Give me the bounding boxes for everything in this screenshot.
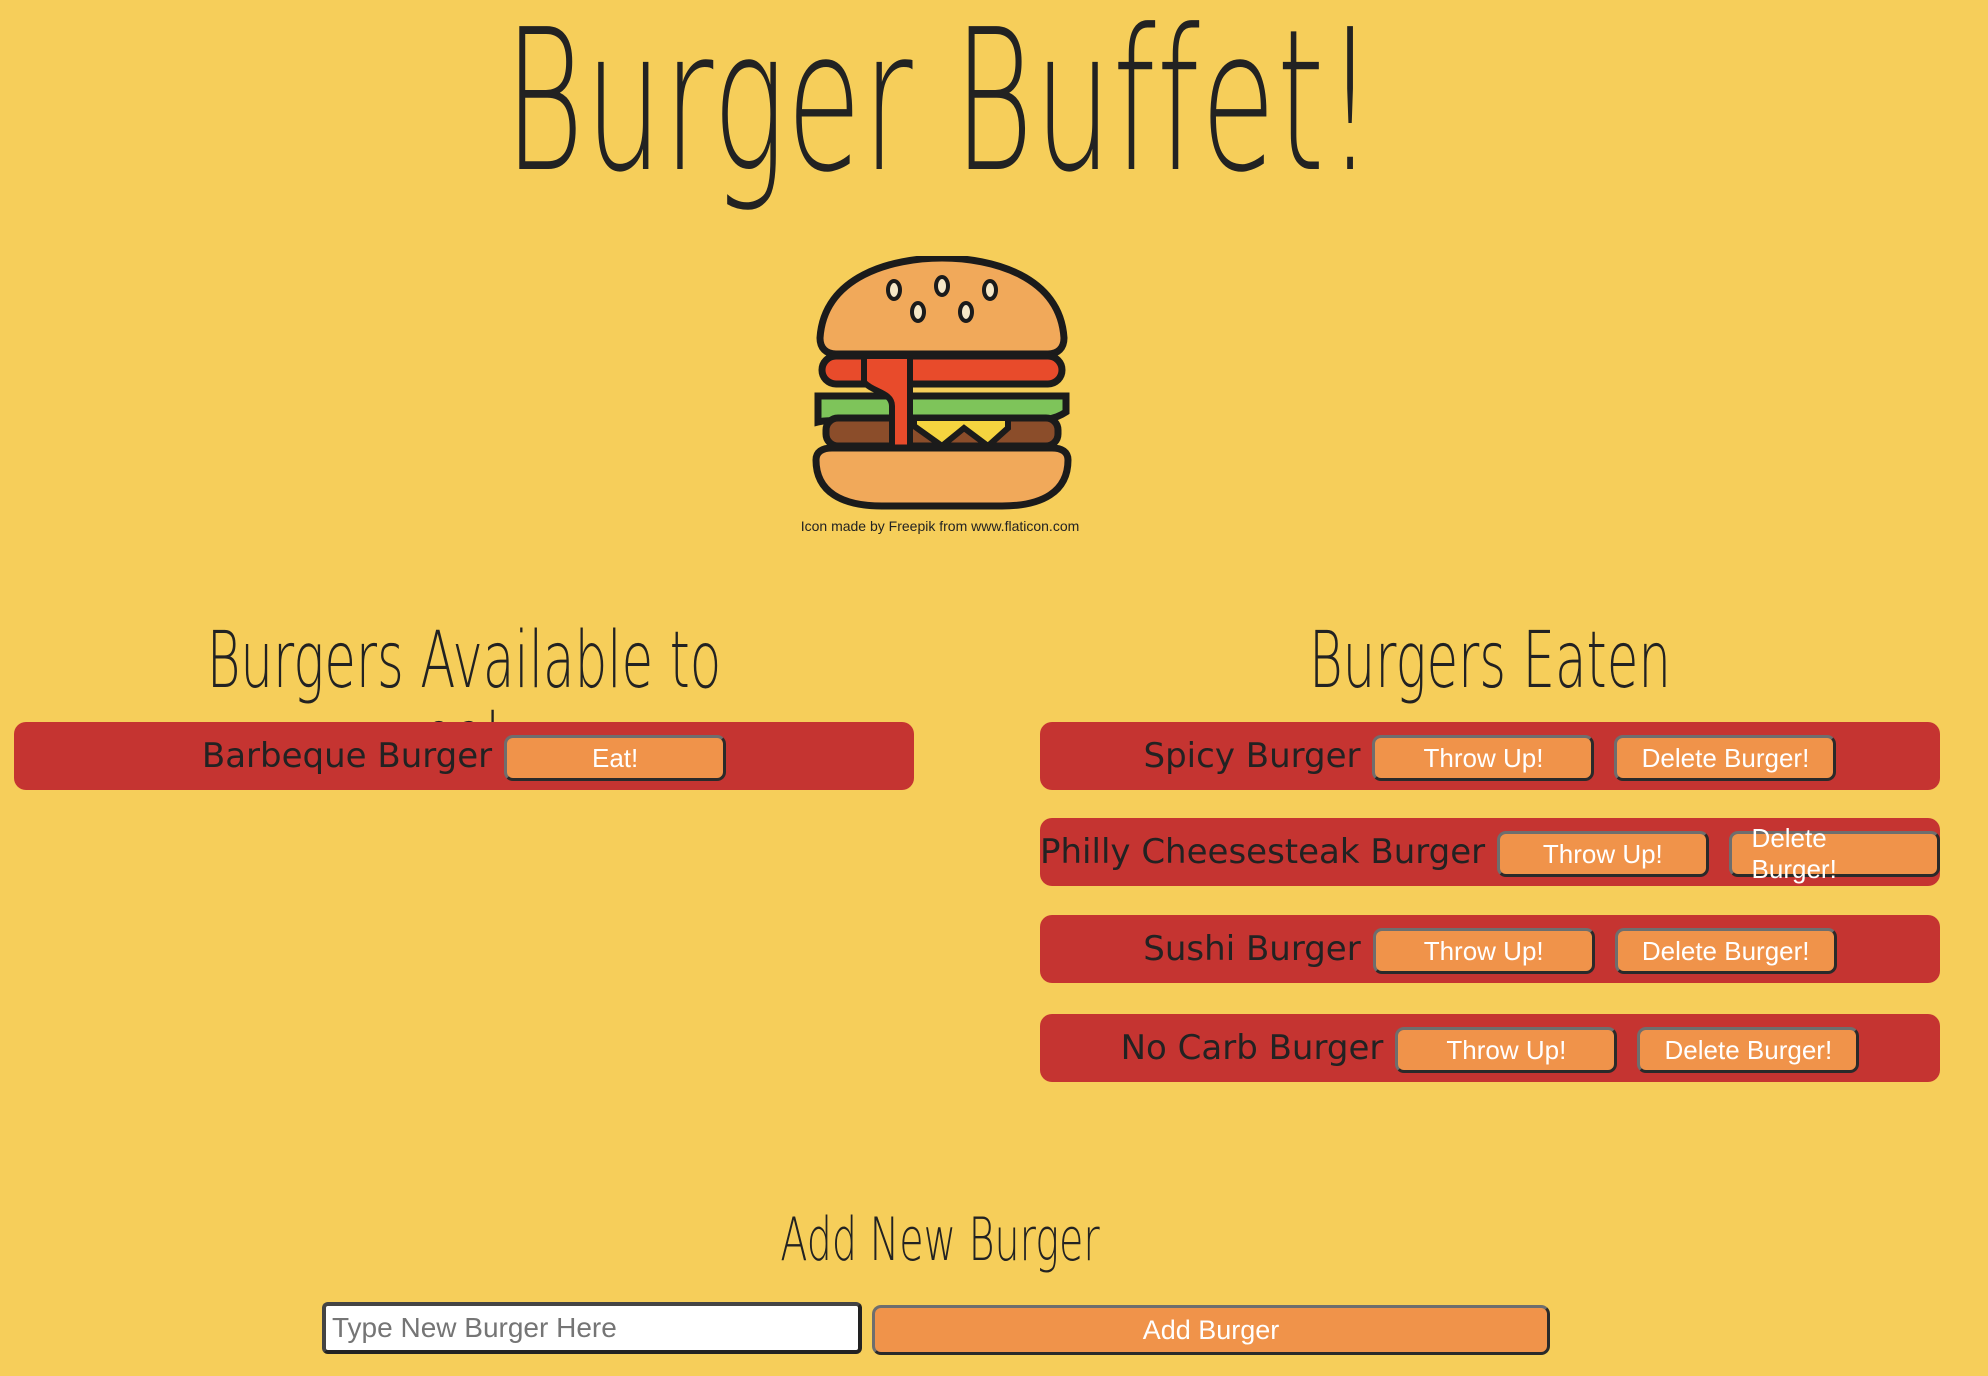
burger-icon xyxy=(812,256,1072,510)
eat-button[interactable]: Eat! xyxy=(504,735,727,781)
delete-burger-button[interactable]: Delete Burger! xyxy=(1728,823,1940,884)
page-title: Burger Buffet! xyxy=(504,0,1376,216)
burger-name: Sushi Burger xyxy=(1143,929,1361,969)
burger-name: Barbeque Burger xyxy=(201,736,493,776)
new-burger-input[interactable] xyxy=(322,1302,862,1354)
delete-burger-button[interactable]: Delete Burger! xyxy=(1637,1027,1860,1073)
add-burger-heading: Add New Burger xyxy=(780,1205,1100,1275)
eaten-heading: Burgers Eaten xyxy=(1308,616,1672,706)
delete-burger-button[interactable]: Delete Burger! xyxy=(1614,928,1837,974)
burger-name: Spicy Burger xyxy=(1143,736,1361,776)
eaten-burger-row: Sushi Burger Throw Up! Delete Burger! xyxy=(1040,915,1940,983)
burger-name: Philly Cheesesteak Burger xyxy=(1040,832,1486,872)
burger-name: No Carb Burger xyxy=(1120,1028,1384,1068)
delete-burger-button[interactable]: Delete Burger! xyxy=(1614,735,1837,781)
add-burger-button[interactable]: Add Burger xyxy=(872,1305,1550,1355)
eaten-burger-row: No Carb Burger Throw Up! Delete Burger! xyxy=(1040,1014,1940,1082)
eaten-burger-row: Spicy Burger Throw Up! Delete Burger! xyxy=(1040,722,1940,790)
throw-up-button[interactable]: Throw Up! xyxy=(1497,831,1709,877)
throw-up-button[interactable]: Throw Up! xyxy=(1372,928,1595,974)
available-burger-row: Barbeque Burger Eat! xyxy=(14,722,914,790)
throw-up-button[interactable]: Throw Up! xyxy=(1372,735,1595,781)
throw-up-button[interactable]: Throw Up! xyxy=(1395,1027,1618,1073)
eaten-burger-row: Philly Cheesesteak Burger Throw Up! Dele… xyxy=(1040,818,1940,886)
icon-credit-text: Icon made by Freepik from www.flaticon.c… xyxy=(800,518,1080,534)
